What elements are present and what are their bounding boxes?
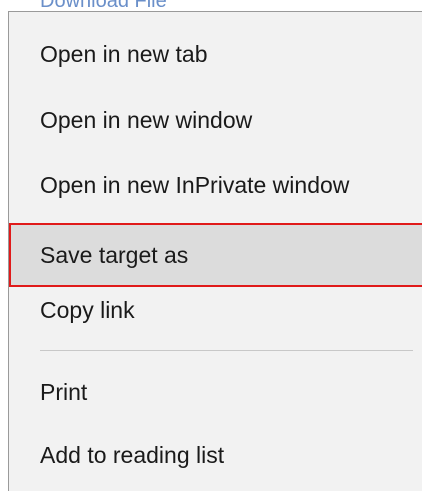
- menu-item-save-target-as[interactable]: Save target as: [9, 223, 424, 287]
- menu-item-open-in-new-tab[interactable]: Open in new tab: [9, 24, 423, 84]
- menu-item-label: Copy link: [40, 296, 135, 323]
- menu-item-label: Save target as: [40, 241, 189, 268]
- menu-item-label: Open in new window: [40, 106, 253, 133]
- page-edge: [422, 11, 430, 491]
- menu-item-copy-link[interactable]: Copy link: [9, 280, 423, 340]
- background-link[interactable]: Download File: [40, 0, 167, 11]
- menu-item-open-in-new-inprivate-window[interactable]: Open in new InPrivate window: [9, 155, 423, 215]
- menu-item-print[interactable]: Print: [9, 362, 423, 422]
- screenshot-page: Download File Open in new tab Open in ne…: [0, 0, 430, 491]
- menu-item-open-in-new-window[interactable]: Open in new window: [9, 90, 423, 150]
- menu-item-label: Add to reading list: [40, 441, 225, 468]
- menu-item-label: Print: [40, 378, 88, 405]
- menu-item-label: Open in new tab: [40, 40, 208, 67]
- context-menu: Open in new tab Open in new window Open …: [8, 11, 430, 491]
- menu-separator: [40, 350, 413, 351]
- menu-item-label: Open in new InPrivate window: [40, 171, 350, 198]
- menu-item-add-to-reading-list[interactable]: Add to reading list: [9, 425, 423, 485]
